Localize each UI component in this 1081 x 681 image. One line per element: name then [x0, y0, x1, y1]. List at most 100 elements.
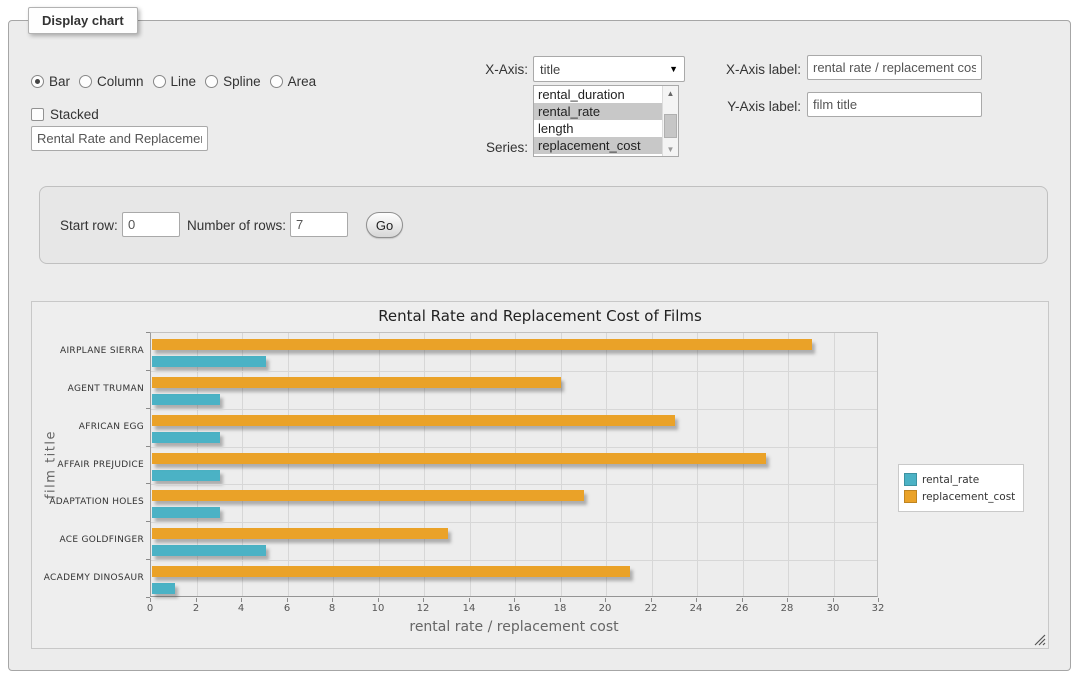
x-axis-tick-label: 32: [863, 603, 893, 614]
y-axis-tick: [146, 408, 150, 409]
series-option-replacement_cost[interactable]: replacement_cost: [534, 137, 662, 154]
radio-icon[interactable]: [153, 75, 166, 88]
resize-handle-icon[interactable]: [1034, 634, 1046, 646]
chart-title-input[interactable]: [31, 126, 208, 151]
x-axis-tick-label: 24: [681, 603, 711, 614]
x-axis-tick-label: 4: [226, 603, 256, 614]
x-axis-tick-label: 10: [363, 603, 393, 614]
gridline-vertical: [333, 333, 334, 596]
series-option-rental_duration[interactable]: rental_duration: [534, 86, 662, 103]
chart-type-radio-column[interactable]: Column: [79, 74, 144, 89]
scrollbar-thumb[interactable]: [664, 114, 677, 138]
chart-type-radio-area[interactable]: Area: [270, 74, 317, 89]
x-axis-field-label: X-Axis:: [458, 62, 528, 77]
bar-replacement_cost[interactable]: [152, 566, 630, 577]
legend-swatch: [904, 490, 917, 503]
chart-x-axis-title: rental rate / replacement cost: [150, 619, 878, 635]
bar-replacement_cost[interactable]: [152, 528, 448, 539]
y-axis-label-input[interactable]: [807, 92, 982, 117]
display-chart-panel: Display chart BarColumnLineSplineArea St…: [8, 20, 1071, 671]
gridline-vertical: [197, 333, 198, 596]
gridline-horizontal: [151, 522, 877, 523]
x-axis-tick: [196, 598, 197, 602]
bar-rental_rate[interactable]: [152, 394, 220, 405]
series-listbox[interactable]: rental_durationrental_ratelengthreplacem…: [533, 85, 679, 157]
scroll-down-icon[interactable]: ▼: [663, 142, 678, 156]
x-axis-select[interactable]: title ▼: [533, 56, 685, 82]
x-axis-tick-label: 22: [636, 603, 666, 614]
x-axis-tick: [332, 598, 333, 602]
radio-icon[interactable]: [205, 75, 218, 88]
category-label: AGENT TRUMAN: [32, 384, 144, 394]
chart-type-radio-spline[interactable]: Spline: [205, 74, 261, 89]
listbox-scrollbar[interactable]: ▲ ▼: [662, 86, 678, 156]
x-axis-tick-label: 12: [408, 603, 438, 614]
radio-icon[interactable]: [31, 75, 44, 88]
radio-icon[interactable]: [79, 75, 92, 88]
bar-rental_rate[interactable]: [152, 545, 266, 556]
bar-replacement_cost[interactable]: [152, 377, 561, 388]
y-axis-tick: [146, 446, 150, 447]
go-button[interactable]: Go: [366, 212, 403, 238]
series-options: rental_durationrental_ratelengthreplacem…: [534, 86, 678, 154]
x-axis-tick-label: 14: [454, 603, 484, 614]
scroll-up-icon[interactable]: ▲: [663, 86, 678, 100]
y-axis-tick: [146, 597, 150, 598]
bar-rental_rate[interactable]: [152, 470, 220, 481]
bar-replacement_cost[interactable]: [152, 339, 812, 350]
radio-icon[interactable]: [270, 75, 283, 88]
x-axis-tick: [378, 598, 379, 602]
gridline-vertical: [834, 333, 835, 596]
series-option-rental_rate[interactable]: rental_rate: [534, 103, 662, 120]
x-axis-tick-label: 2: [181, 603, 211, 614]
x-axis-tick: [287, 598, 288, 602]
gridline-horizontal: [151, 409, 877, 410]
chart-type-radio-line[interactable]: Line: [153, 74, 197, 89]
chart-title: Rental Rate and Replacement Cost of Film…: [32, 307, 1048, 325]
bar-rental_rate[interactable]: [152, 583, 175, 594]
gridline-vertical: [288, 333, 289, 596]
gridline-vertical: [652, 333, 653, 596]
x-axis-tick-label: 18: [545, 603, 575, 614]
x-axis-tick: [651, 598, 652, 602]
radio-label: Area: [288, 74, 317, 89]
x-axis-tick: [833, 598, 834, 602]
chart-container: Rental Rate and Replacement Cost of Film…: [31, 301, 1049, 649]
x-axis-label-input[interactable]: [807, 55, 982, 80]
x-axis-tick: [469, 598, 470, 602]
x-axis-tick-label: 0: [135, 603, 165, 614]
radio-label: Bar: [49, 74, 70, 89]
bar-rental_rate[interactable]: [152, 432, 220, 443]
series-option-length[interactable]: length: [534, 120, 662, 137]
x-axis-tick-label: 6: [272, 603, 302, 614]
chart-plot-area: [150, 332, 878, 597]
bar-rental_rate[interactable]: [152, 507, 220, 518]
gridline-vertical: [424, 333, 425, 596]
legend-entry-replacement_cost: replacement_cost: [904, 489, 1015, 504]
bar-rental_rate[interactable]: [152, 356, 266, 367]
gridline-vertical: [606, 333, 607, 596]
gridline-horizontal: [151, 447, 877, 448]
start-row-input[interactable]: [122, 212, 180, 237]
radio-label: Spline: [223, 74, 261, 89]
category-label: AFRICAN EGG: [32, 422, 144, 432]
panel-title: Display chart: [28, 7, 138, 34]
bar-replacement_cost[interactable]: [152, 453, 766, 464]
bar-replacement_cost[interactable]: [152, 415, 675, 426]
x-axis-tick: [605, 598, 606, 602]
chart-type-radio-group: Bar Column Line Spline Area: [31, 74, 316, 89]
gridline-vertical: [697, 333, 698, 596]
chart-type-radio-bar[interactable]: Bar: [31, 74, 70, 89]
x-axis-tick: [878, 598, 879, 602]
stacked-checkbox[interactable]: [31, 108, 44, 121]
x-axis-tick: [696, 598, 697, 602]
category-label: ACADEMY DINOSAUR: [32, 573, 144, 583]
gridline-vertical: [743, 333, 744, 596]
gridline-horizontal: [151, 371, 877, 372]
gridline-horizontal: [151, 560, 877, 561]
bar-replacement_cost[interactable]: [152, 490, 584, 501]
category-label: AFFAIR PREJUDICE: [32, 460, 144, 470]
num-rows-input[interactable]: [290, 212, 348, 237]
category-label: ADAPTATION HOLES: [32, 497, 144, 507]
gridline-vertical: [561, 333, 562, 596]
